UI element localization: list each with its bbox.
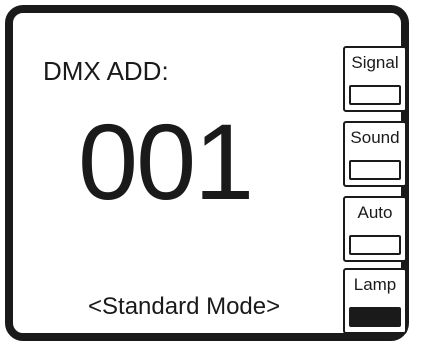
- lamp-indicator: Lamp: [343, 268, 407, 334]
- dmx-address-value: 001: [78, 101, 254, 222]
- signal-indicator: Signal: [343, 46, 407, 112]
- sound-indicator-label: Sound: [350, 128, 400, 147]
- auto-indicator: Auto: [343, 196, 407, 262]
- signal-indicator-lamp: [349, 85, 401, 105]
- lamp-indicator-lamp: [349, 307, 401, 327]
- sound-indicator-lamp: [349, 160, 401, 180]
- auto-indicator-label: Auto: [357, 203, 393, 222]
- signal-indicator-label: Signal: [351, 53, 399, 72]
- lcd-display-frame: DMX ADD: 001 <Standard Mode> Signal Soun…: [5, 5, 409, 341]
- dmx-address-label: DMX ADD:: [43, 56, 169, 86]
- auto-indicator-lamp: [349, 235, 401, 255]
- mode-status-text: <Standard Mode>: [88, 293, 281, 320]
- lamp-indicator-label: Lamp: [353, 275, 397, 294]
- sound-indicator: Sound: [343, 121, 407, 187]
